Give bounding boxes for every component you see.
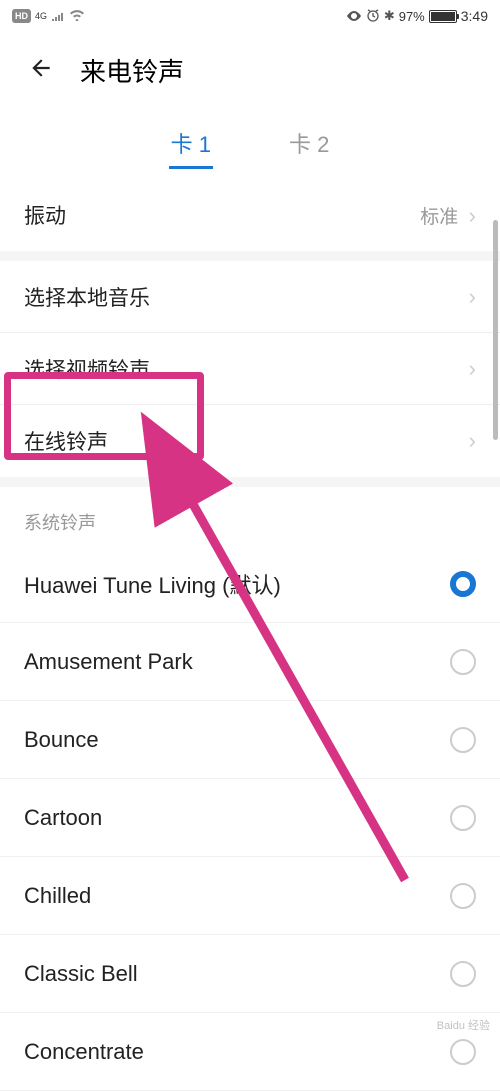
ringtone-row[interactable]: Cartoon xyxy=(0,779,500,857)
status-bar: HD 4G ✱ 97% 3:49 xyxy=(0,0,500,32)
ringtone-row[interactable]: Chilled xyxy=(0,857,500,935)
radio-button[interactable] xyxy=(450,883,476,909)
header: 来电铃声 xyxy=(0,32,500,119)
ringtone-row[interactable]: Bounce xyxy=(0,701,500,779)
ringtone-name: Classic Bell xyxy=(24,961,138,987)
section-divider xyxy=(0,477,500,487)
radio-button[interactable] xyxy=(450,805,476,831)
ringtone-name: Concentrate xyxy=(24,1039,144,1065)
vibration-row[interactable]: 振动 标准 › xyxy=(0,179,500,251)
status-left: HD 4G xyxy=(12,8,85,24)
watermark: Baidu 经验 xyxy=(437,1017,490,1033)
ringtone-row[interactable]: Classic Bell xyxy=(0,935,500,1013)
ringtone-row[interactable]: Amusement Park xyxy=(0,623,500,701)
ringtone-list: Huawei Tune Living (默认) Amusement Park Bou… xyxy=(0,545,500,1091)
hd-badge: HD xyxy=(12,9,31,23)
ringtone-row[interactable]: Huawei Tune Living (默认) xyxy=(0,545,500,623)
radio-button[interactable] xyxy=(450,649,476,675)
bluetooth-icon: ✱ xyxy=(384,8,395,24)
vibration-value: 标准 xyxy=(420,207,458,228)
signal-icon xyxy=(51,8,65,24)
battery-icon xyxy=(429,10,457,23)
ringtone-name: Amusement Park xyxy=(24,649,193,675)
alarm-icon xyxy=(366,8,380,25)
ringtone-name: Cartoon xyxy=(24,805,102,831)
tab-sim2[interactable]: 卡 2 xyxy=(285,119,333,169)
online-ringtone-row[interactable]: 在线铃声 › xyxy=(0,405,500,477)
tab-sim1[interactable]: 卡 1 xyxy=(167,119,215,169)
wifi-icon xyxy=(69,8,85,24)
back-button[interactable] xyxy=(28,55,54,87)
clock-time: 3:49 xyxy=(461,8,488,24)
network-indicator: 4G xyxy=(35,11,47,21)
radio-button[interactable] xyxy=(450,571,476,597)
video-ringtone-label: 选择视频铃声 xyxy=(24,354,150,384)
page-title: 来电铃声 xyxy=(80,52,184,89)
section-divider xyxy=(0,251,500,261)
video-ringtone-row[interactable]: 选择视频铃声 › xyxy=(0,333,500,405)
sim-tabs: 卡 1 卡 2 xyxy=(0,119,500,169)
chevron-right-icon: › xyxy=(469,284,476,310)
local-music-label: 选择本地音乐 xyxy=(24,282,150,312)
status-right: ✱ 97% 3:49 xyxy=(346,8,488,25)
chevron-right-icon: › xyxy=(469,428,476,454)
ringtone-name: Chilled xyxy=(24,883,91,909)
radio-button[interactable] xyxy=(450,727,476,753)
ringtone-name: Bounce xyxy=(24,727,99,753)
ringtone-row[interactable]: Concentrate xyxy=(0,1013,500,1091)
chevron-right-icon: › xyxy=(469,203,476,228)
vibration-label: 振动 xyxy=(24,200,66,230)
radio-button[interactable] xyxy=(450,961,476,987)
eye-icon xyxy=(346,8,362,24)
scroll-indicator[interactable] xyxy=(493,220,498,440)
ringtone-name: Huawei Tune Living (默认) xyxy=(24,568,281,600)
system-ringtones-header: 系统铃声 xyxy=(0,487,500,545)
chevron-right-icon: › xyxy=(469,356,476,382)
local-music-row[interactable]: 选择本地音乐 › xyxy=(0,261,500,333)
online-ringtone-label: 在线铃声 xyxy=(24,426,108,456)
battery-percent: 97% xyxy=(399,9,425,24)
radio-button[interactable] xyxy=(450,1039,476,1065)
